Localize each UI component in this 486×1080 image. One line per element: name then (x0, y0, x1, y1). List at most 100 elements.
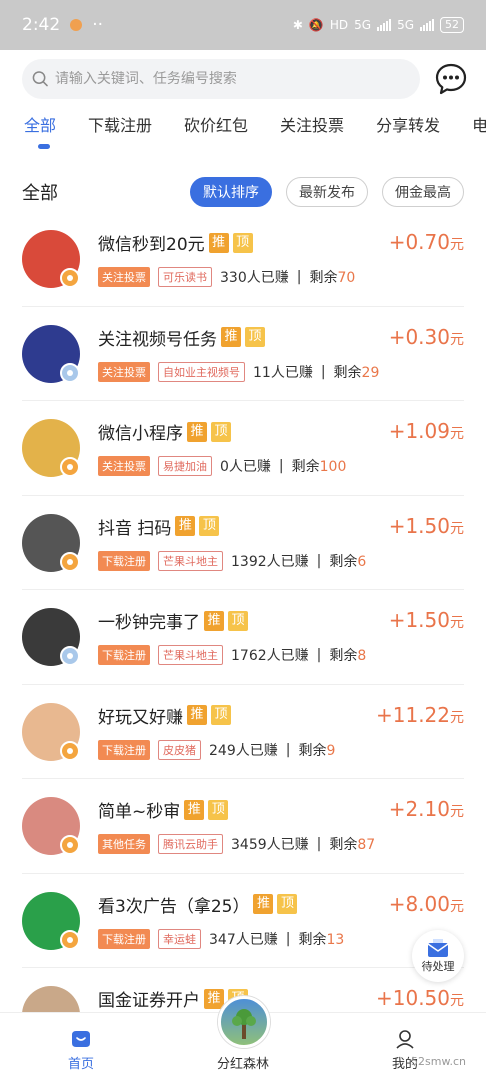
earned-count: 3459人已赚 (231, 837, 309, 853)
price-value: +1.50 (388, 608, 450, 632)
message-button[interactable] (432, 60, 470, 98)
task-meta: 下载注册 幸运蛙 347人已赚 | 剩余13 (98, 928, 345, 949)
task-meta: 下载注册 芒果斗地主 1392人已赚 | 剩余6 (98, 550, 366, 571)
recommend-tag: 推 (175, 516, 196, 536)
task-title-row: 微信小程序 推 顶 (98, 419, 231, 444)
remain-label: 剩余 (298, 931, 327, 948)
remain-count: 100 (319, 459, 347, 475)
earned-count: 11人已赚 (253, 364, 313, 381)
top-tag: 顶 (245, 327, 265, 347)
remain-label: 剩余 (309, 270, 338, 286)
task-list: 微信秒到20元 推 顶 关注投票 可乐读书 330人已赚 | 剩余70 +0.7… (0, 212, 486, 1063)
remain-count: 13 (326, 931, 345, 948)
remain-count: 29 (361, 364, 380, 381)
status-left: 2:42 ·· (22, 15, 103, 35)
task-row[interactable]: 简单~秒审 推 顶 其他任务 腾讯云助手 3459人已赚 | 剩余87 +2.1… (22, 779, 464, 874)
forest-tree-icon[interactable] (218, 996, 270, 1048)
task-price: +0.70元 (389, 230, 464, 254)
task-title: 好玩又好赚 (98, 707, 183, 728)
price-unit: 元 (450, 804, 464, 820)
envelope-icon (427, 939, 449, 957)
category-tabs: 全部 下载注册 砍价红包 关注投票 分享转发 电 (24, 112, 486, 152)
task-meta: 下载注册 芒果斗地主 1762人已赚 | 剩余8 (98, 645, 366, 665)
nav-forest-label: 分红森林 (216, 1057, 269, 1072)
price-value: +2.10 (388, 797, 450, 821)
more-dots-icon: ·· (92, 15, 103, 35)
pending-button[interactable]: 待处理 (412, 930, 464, 982)
tree-icon (232, 1009, 256, 1039)
task-title: 简单~秒审 (98, 802, 181, 822)
task-title-row: 关注视频号任务 推 顶 (98, 325, 265, 350)
recommend-tag: 推 (221, 327, 241, 347)
price-value: +1.50 (388, 513, 450, 538)
search-input[interactable] (54, 71, 420, 87)
remain-count: 87 (357, 837, 376, 853)
task-price: +8.00元 (389, 892, 464, 916)
task-row[interactable]: 一秒钟完事了 推 顶 下载注册 芒果斗地主 1762人已赚 | 剩余8 +1.5… (22, 590, 464, 685)
remain-label: 剩余 (329, 553, 358, 570)
remain-count: 8 (357, 648, 367, 664)
task-price: +1.50元 (389, 608, 464, 632)
separator: | (316, 552, 322, 569)
price-unit: 元 (450, 520, 464, 537)
price-unit: 元 (450, 331, 464, 348)
mute-icon: 🔕 (308, 18, 324, 32)
publisher-tag: 易捷加油 (158, 456, 212, 476)
signal-label-2: 5G (397, 18, 414, 32)
nav-home[interactable]: 首页 (21, 1029, 141, 1072)
home-icon (72, 1031, 90, 1047)
task-meta: 其他任务 腾讯云助手 3459人已赚 | 剩余87 (98, 834, 375, 854)
category-tag: 关注投票 (98, 361, 150, 382)
price-value: +0.70 (388, 230, 450, 254)
sort-newest-button[interactable]: 最新发布 (286, 177, 368, 207)
search-row (22, 58, 470, 100)
nav-home-label: 首页 (67, 1057, 94, 1072)
task-title: 看3次广告（拿25） (98, 896, 250, 917)
badge-icon (60, 268, 80, 288)
task-row[interactable]: 微信秒到20元 推 顶 关注投票 可乐读书 330人已赚 | 剩余70 +0.7… (22, 212, 464, 307)
bluetooth-icon: ✱ (292, 18, 303, 32)
task-title-row: 微信秒到20元 推 顶 (98, 230, 253, 255)
signal-icon-2 (420, 19, 434, 31)
price-value: +10.50 (375, 986, 450, 1010)
recommend-tag: 推 (204, 610, 224, 631)
remain-count: 70 (337, 270, 356, 286)
separator: | (285, 741, 291, 758)
category-tag: 下载注册 (98, 550, 150, 571)
task-title-row: 看3次广告（拿25） 推 顶 (98, 892, 298, 917)
task-row[interactable]: 抖音 扫码 推 顶 下载注册 芒果斗地主 1392人已赚 | 剩余6 +1.50… (22, 496, 464, 590)
signal-label-1: 5G (354, 18, 372, 32)
category-tag: 下载注册 (98, 739, 150, 760)
search-box[interactable] (22, 59, 420, 99)
tab-more[interactable]: 电 (472, 112, 486, 152)
tab-bargain-redpacket[interactable]: 砍价红包 (184, 112, 248, 152)
tab-follow-vote[interactable]: 关注投票 (280, 112, 344, 152)
task-price: +0.30元 (389, 325, 464, 349)
sort-default-button[interactable]: 默认排序 (190, 177, 272, 207)
task-price: +1.09元 (389, 419, 464, 443)
top-tag: 顶 (199, 516, 220, 536)
sort-commission-button[interactable]: 佣金最高 (382, 177, 464, 207)
task-title-row: 好玩又好赚 推 顶 (98, 703, 231, 728)
earned-count: 1392人已赚 (231, 553, 309, 570)
task-row[interactable]: 看3次广告（拿25） 推 顶 下载注册 幸运蛙 347人已赚 | 剩余13 +8… (22, 874, 464, 968)
tab-share-forward[interactable]: 分享转发 (376, 112, 440, 152)
task-row[interactable]: 好玩又好赚 推 顶 下载注册 皮皮猪 249人已赚 | 剩余9 +11.22元 (22, 685, 464, 779)
separator: | (316, 836, 322, 852)
recommend-tag: 推 (187, 421, 207, 442)
task-row[interactable]: 关注视频号任务 推 顶 关注投票 自如业主视频号 11人已赚 | 剩余29 +0… (22, 307, 464, 401)
price-value: +8.00 (388, 891, 450, 916)
section-header: 全部 默认排序 最新发布 佣金最高 (22, 176, 464, 208)
tab-download-register[interactable]: 下载注册 (88, 112, 152, 152)
badge-icon (60, 929, 80, 950)
task-title-row: 抖音 扫码 推 顶 (98, 514, 220, 539)
top-tag: 顶 (211, 705, 231, 725)
pending-label: 待处理 (421, 960, 455, 973)
earned-count: 330人已赚 (220, 270, 289, 286)
task-price: +2.10元 (389, 797, 464, 821)
remain-count: 9 (326, 742, 336, 759)
price-value: +1.09 (388, 419, 450, 443)
task-row[interactable]: 微信小程序 推 顶 关注投票 易捷加油 0人已赚 | 剩余100 +1.09元 (22, 401, 464, 496)
tab-indicator (38, 144, 50, 149)
task-title: 微信秒到20元 (98, 235, 205, 255)
